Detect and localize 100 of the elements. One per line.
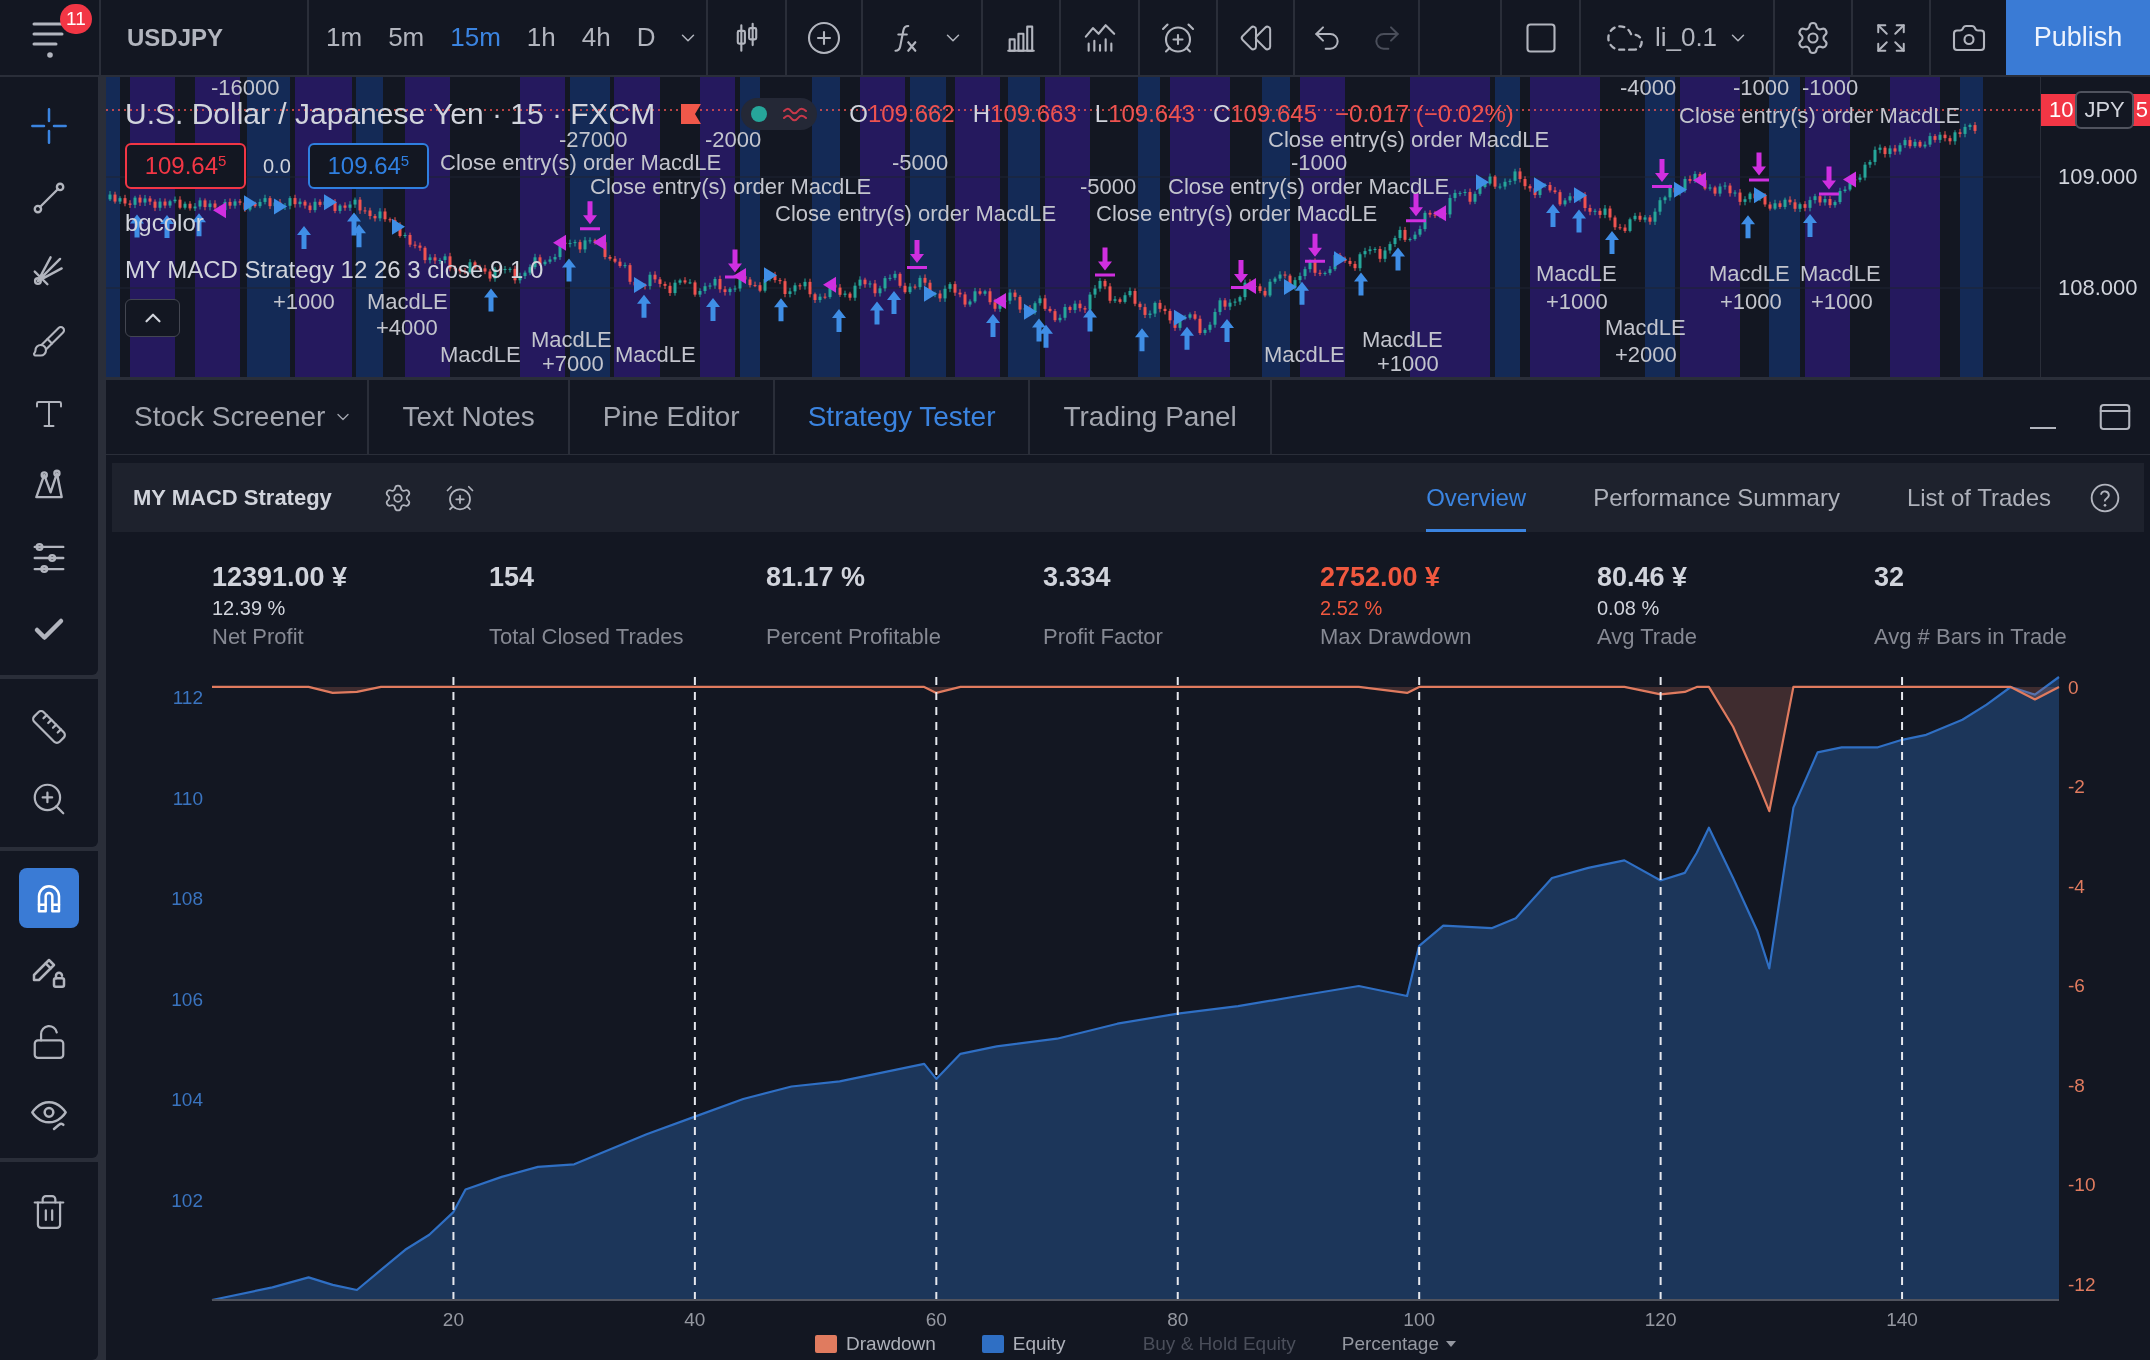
ohlc-value: C109.645 <box>1212 100 1318 128</box>
axis-label: 80 <box>1167 1309 1189 1328</box>
legend-toggle[interactable]: Drawdown <box>815 1333 936 1355</box>
chart-annotation: +1000 <box>1720 291 1782 313</box>
metric-sub-value: 12.39 % <box>212 596 286 620</box>
currency-badge: JPY <box>2075 91 2134 129</box>
price-tag-text: 5 <box>2135 98 2148 122</box>
interval-button[interactable]: 1h <box>518 11 564 64</box>
metric-label: Percent Profitable <box>766 624 941 650</box>
chart-annotation: +4000 <box>376 317 438 339</box>
buy-price-button[interactable]: 109.64$^{5}$ <box>307 143 429 189</box>
axis-label: -8 <box>2068 1074 2085 1096</box>
chart-annotation: Close entry(s) order MacdLE <box>1268 129 1550 151</box>
metric-label: Profit Factor <box>1043 624 1163 650</box>
report-tab[interactable]: Overview <box>1426 463 1527 532</box>
chart-annotation: -27000 <box>559 129 628 151</box>
chart-annotation: MacdLE <box>531 329 612 351</box>
interval-button[interactable]: D <box>628 11 664 64</box>
settings-icon <box>1795 19 1831 56</box>
axis-label: 100 <box>1403 1309 1436 1328</box>
chart-annotation: -1000 <box>1802 77 1859 99</box>
axis-label: -4 <box>2068 875 2085 897</box>
axis-label: -2 <box>2068 776 2085 798</box>
spread-value: 0.0 <box>263 154 291 178</box>
chart-annotation: +7000 <box>542 353 604 375</box>
interval-button[interactable]: 5m <box>380 11 433 64</box>
magnet-toggle[interactable] <box>19 868 79 928</box>
axis-label: 40 <box>684 1309 706 1328</box>
status-dot-icon <box>751 106 768 122</box>
price-change: −0.017 (−0.02%) <box>1335 100 1514 128</box>
scale-dropdown[interactable]: Percentage <box>1341 1333 1456 1355</box>
chart-annotation: MacdLE <box>1264 344 1345 366</box>
metric-label: Avg Trade <box>1597 624 1697 650</box>
axis-label: 140 <box>1886 1309 1918 1328</box>
chart-annotation: -1000 <box>1733 77 1790 99</box>
chart-annotation: +1000 <box>1546 291 1608 313</box>
metric-value: 12391.00 ¥ <box>212 562 348 592</box>
metric-value: 3.334 <box>1043 562 1111 592</box>
report-tab[interactable]: Performance Summary <box>1593 463 1840 532</box>
price-axis-label: 108.000 <box>2058 276 2138 300</box>
chart-annotation: MacdLE <box>1362 329 1443 351</box>
axis-label: -6 <box>2068 975 2085 997</box>
chart-annotation: -1000 <box>1291 152 1348 174</box>
symbol-button[interactable]: USDJPY <box>123 11 228 64</box>
chart-annotation: MacdLE <box>1536 263 1617 285</box>
axis-label: 20 <box>442 1309 464 1328</box>
sell-price-button[interactable]: 109.64$^{5}$ <box>125 143 246 189</box>
chart-annotation: -2000 <box>705 129 762 151</box>
axis-label: 104 <box>171 1089 203 1111</box>
interval-button[interactable]: 4h <box>573 11 619 64</box>
strategy-name: MY MACD Strategy <box>133 484 332 511</box>
chart-annotation: Close entry(s) order MacdLE <box>590 176 872 198</box>
chart-annotation: Close entry(s) order MacdLE <box>1096 203 1378 225</box>
interval-button[interactable]: 1m <box>318 11 371 64</box>
panel-tab[interactable]: Text Notes <box>369 380 570 454</box>
axis-label: 0 <box>2068 676 2079 698</box>
caret-icon <box>1445 1341 1456 1347</box>
price-axis-label: 109.000 <box>2058 165 2138 189</box>
flag-icon <box>679 102 704 126</box>
collapse-button[interactable] <box>125 299 180 337</box>
panel-tab[interactable]: Pine Editor <box>569 380 775 454</box>
axis-label: 120 <box>1644 1309 1677 1328</box>
axis-label: 106 <box>171 988 203 1010</box>
wave-icon <box>783 106 808 122</box>
metric-value: 154 <box>489 562 535 592</box>
interval-button[interactable]: 15m <box>442 11 509 64</box>
chart-annotation: Close entry(s) order MacdLE <box>775 203 1057 225</box>
axis-label: 60 <box>925 1309 947 1328</box>
chart-annotation: MacdLE <box>440 344 521 366</box>
chart-annotation: +1000 <box>273 291 335 313</box>
indicator-label: MY MACD Strategy 12 26 3 close 9 1 0 <box>125 257 544 283</box>
save-layout-button[interactable]: li_0.1 <box>1598 11 1756 64</box>
chart-annotation: MacdLE <box>1800 263 1881 285</box>
metric-value: 2752.00 ¥ <box>1320 562 1441 592</box>
metric-value: 81.17 % <box>766 562 866 592</box>
chart-title: U.S. Dollar / Japanese Yen · 15 · FXCM <box>125 99 656 129</box>
metric-sub-value: 2.52 % <box>1320 596 1383 620</box>
chart-annotation: +2000 <box>1615 344 1677 366</box>
notification-badge: 11 <box>60 4 92 34</box>
panel-tab[interactable]: Stock Screener <box>106 380 370 454</box>
ohlc-value: O109.662 <box>849 100 955 128</box>
metric-sub-value: 0.08 % <box>1597 596 1660 620</box>
metric-label: Max Drawdown <box>1320 624 1472 650</box>
chart-annotation: -5000 <box>892 152 949 174</box>
axis-label: 108 <box>171 888 203 910</box>
axis-label: 102 <box>171 1189 203 1211</box>
ruler-icon <box>30 708 68 746</box>
brush-icon <box>31 324 67 360</box>
metric-label: Net Profit <box>212 624 304 650</box>
metric-value: 32 <box>1874 562 1905 592</box>
panel-tab[interactable]: Strategy Tester <box>774 380 1031 454</box>
legend-toggle[interactable]: Equity <box>981 1333 1066 1355</box>
help-icon <box>2089 481 2121 514</box>
chart-annotation: Close entry(s) order MacdLE <box>440 152 722 174</box>
report-tab[interactable]: List of Trades <box>1906 463 2051 532</box>
axis-label: 112 <box>172 687 203 709</box>
price-tag-text: 10 <box>2049 98 2074 122</box>
panel-tab[interactable]: Trading Panel <box>1030 380 1272 454</box>
publish-button[interactable]: Publish <box>2006 0 2150 75</box>
chart-annotation: MacdLE <box>1605 317 1686 339</box>
